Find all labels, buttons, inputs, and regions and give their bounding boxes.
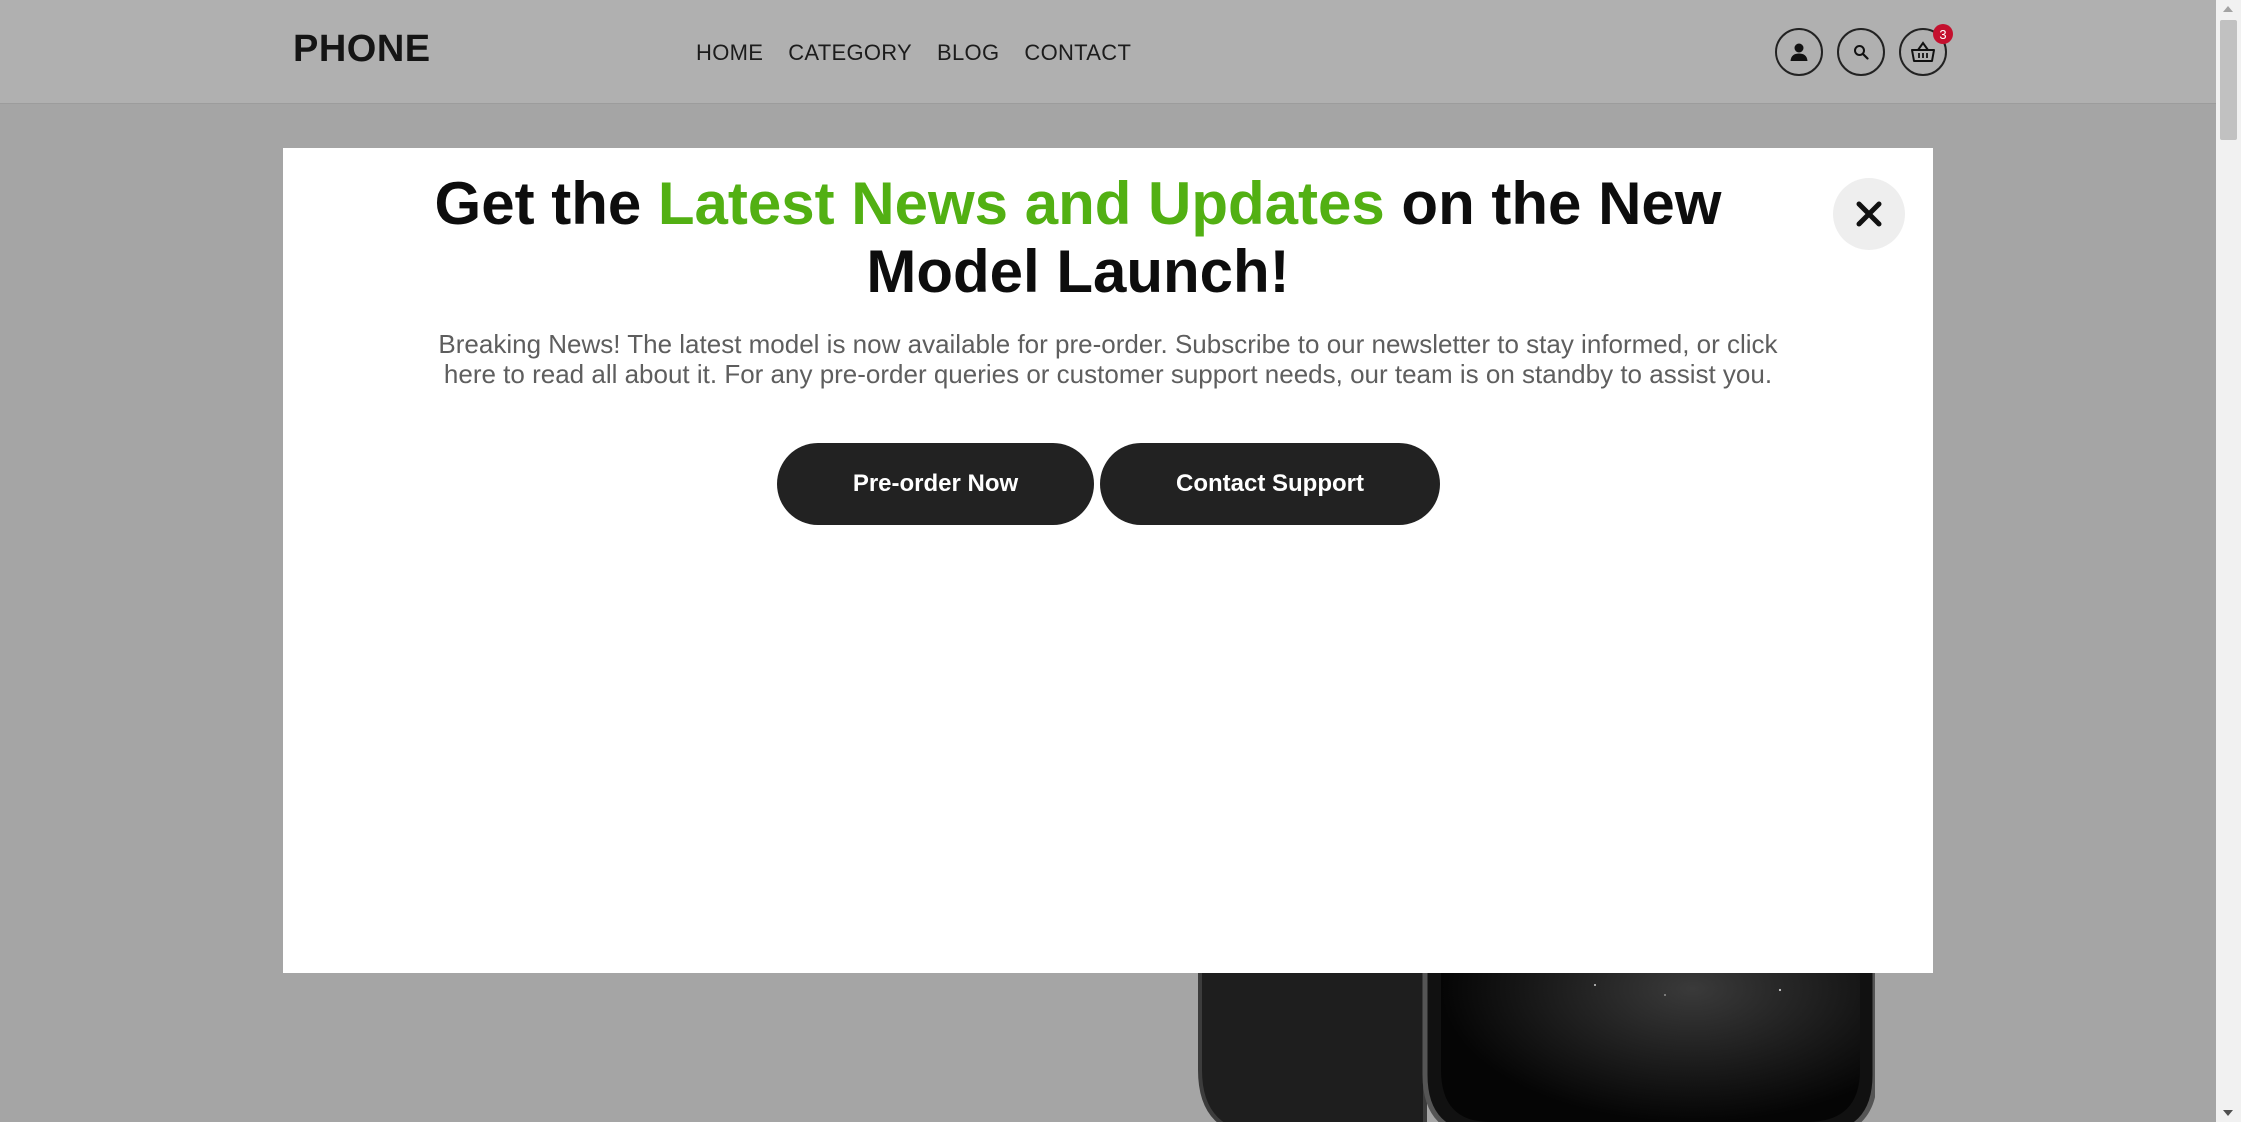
modal-body-text: Breaking News! The latest model is now a… bbox=[438, 329, 1778, 389]
nav-category[interactable]: CATEGORY bbox=[788, 40, 912, 66]
scrollbar-thumb[interactable] bbox=[2220, 20, 2237, 140]
nav-contact[interactable]: CONTACT bbox=[1024, 40, 1131, 66]
modal-actions: Pre-order Now Contact Support bbox=[777, 443, 1440, 525]
cart-count-badge: 3 bbox=[1933, 24, 1953, 44]
search-button[interactable] bbox=[1837, 28, 1885, 76]
page-scrollbar[interactable] bbox=[2216, 0, 2241, 1122]
title-accent: Latest News and Updates bbox=[657, 170, 1385, 237]
logo[interactable]: PHONE bbox=[293, 28, 431, 71]
contact-support-button[interactable]: Contact Support bbox=[1100, 443, 1440, 525]
title-prefix: Get the bbox=[434, 170, 658, 237]
site-header: PHONE HOME CATEGORY BLOG CONTACT 3 bbox=[0, 0, 2216, 104]
preorder-button[interactable]: Pre-order Now bbox=[777, 443, 1094, 525]
scroll-down-arrow-icon[interactable] bbox=[2223, 1110, 2233, 1116]
account-button[interactable] bbox=[1775, 28, 1823, 76]
header-actions: 3 bbox=[1775, 24, 1953, 76]
user-icon bbox=[1790, 43, 1808, 61]
cart-button[interactable]: 3 bbox=[1899, 24, 1953, 76]
search-icon bbox=[1854, 45, 1869, 60]
basket-icon bbox=[1911, 41, 1935, 62]
modal-title: Get the Latest News and Updates on the N… bbox=[413, 170, 1743, 306]
nav-home[interactable]: HOME bbox=[696, 40, 763, 66]
close-modal-button[interactable] bbox=[1833, 178, 1905, 250]
nav-blog[interactable]: BLOG bbox=[937, 40, 999, 66]
main-nav: HOME CATEGORY BLOG CONTACT bbox=[696, 40, 1131, 66]
newsletter-modal: Get the Latest News and Updates on the N… bbox=[283, 148, 1933, 973]
scroll-up-arrow-icon[interactable] bbox=[2223, 6, 2233, 12]
close-icon bbox=[1856, 201, 1882, 227]
